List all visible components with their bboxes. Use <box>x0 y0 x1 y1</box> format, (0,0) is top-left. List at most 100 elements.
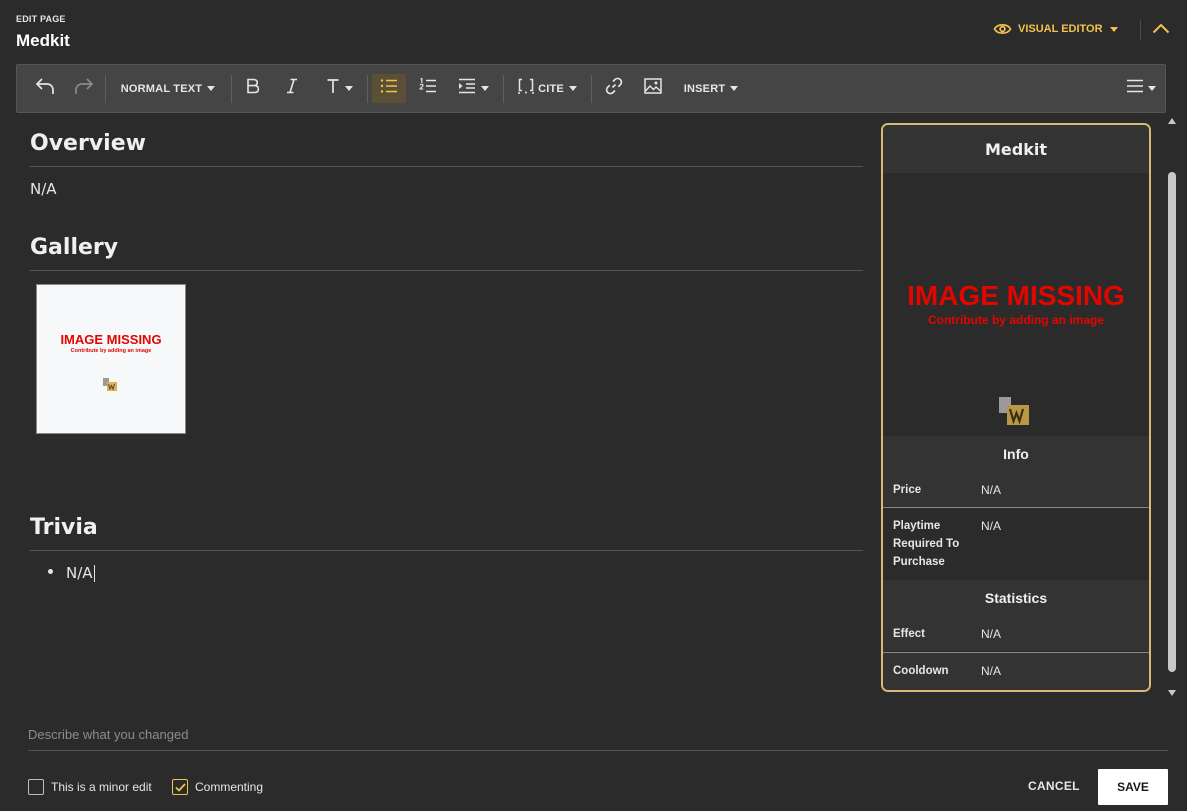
edit-page-kicker: EDIT PAGE <box>16 14 66 24</box>
undo-icon <box>35 77 55 100</box>
redo-icon <box>74 77 94 100</box>
numbered-list-icon <box>419 77 437 99</box>
chevron-down-icon <box>568 86 577 91</box>
image-button[interactable] <box>640 65 666 112</box>
wiki-logo-icon <box>102 377 120 398</box>
effect-value: N/A <box>981 627 1002 641</box>
infobox[interactable]: Medkit IMAGE MISSING Contribute by addin… <box>881 123 1151 692</box>
paragraph-format-label: NORMAL TEXT <box>120 82 203 95</box>
infobox-row-price: Price N/A <box>883 471 1149 507</box>
chevron-down-icon <box>1147 86 1156 91</box>
editor-content[interactable]: Overview N/A Gallery IMAGE MISSING Contr… <box>0 114 1187 704</box>
text-style-dropdown[interactable] <box>319 65 359 112</box>
scroll-up-arrow[interactable] <box>1168 118 1176 124</box>
list-bullet <box>48 569 53 574</box>
editor-scrollbar[interactable] <box>1165 114 1179 704</box>
cancel-button[interactable]: CANCEL <box>1028 779 1080 793</box>
heading-rule <box>30 550 863 551</box>
numbered-list-button[interactable] <box>415 65 441 112</box>
edit-summary-placeholder: Describe what you changed <box>28 727 189 742</box>
insert-dropdown[interactable]: INSERT <box>676 65 746 112</box>
chevron-up-icon <box>1152 21 1170 39</box>
toolbar-divider <box>503 75 504 103</box>
playtime-label: Playtime Required To Purchase <box>893 520 960 568</box>
cooldown-value: N/A <box>981 664 1002 678</box>
playtime-value: N/A <box>981 519 1002 533</box>
commenting-label: Commenting <box>195 780 264 794</box>
trivia-heading[interactable]: Trivia <box>30 515 98 540</box>
minor-edit-checkbox[interactable]: This is a minor edit <box>28 779 152 795</box>
commenting-checkbox[interactable]: Commenting <box>172 779 263 795</box>
image-missing-title: IMAGE MISSING <box>907 280 1125 311</box>
overview-heading[interactable]: Overview <box>30 131 146 156</box>
infobox-row-cooldown: Cooldown N/A <box>883 653 1149 690</box>
link-icon <box>605 77 623 100</box>
chevron-down-icon <box>730 86 739 91</box>
indent-dropdown[interactable] <box>453 65 493 112</box>
editor-toolbar: NORMAL TEXT CITE INSERT <box>16 64 1166 113</box>
gallery-heading[interactable]: Gallery <box>30 235 118 260</box>
price-value: N/A <box>981 483 1002 497</box>
chevron-down-icon <box>344 86 353 91</box>
infobox-row-effect: Effect N/A <box>883 615 1149 651</box>
image-missing-subtitle: Contribute by adding an image <box>927 313 1104 327</box>
cite-dropdown[interactable]: CITE <box>513 65 581 112</box>
chevron-down-icon <box>1109 26 1118 32</box>
overview-text[interactable]: N/A <box>30 180 57 198</box>
infobox-statistics-heading: Statistics <box>883 580 1149 615</box>
text-style-icon <box>326 78 340 99</box>
effect-label: Effect <box>893 628 925 640</box>
heading-rule <box>30 270 863 271</box>
bold-icon <box>246 78 260 99</box>
toolbar-divider <box>591 75 592 103</box>
eye-icon <box>993 22 1012 36</box>
page-title: Medkit <box>16 31 70 50</box>
minor-edit-checkbox-box[interactable] <box>28 779 44 795</box>
commenting-checkbox-box[interactable] <box>172 779 188 795</box>
image-missing-subtitle: Contribute by adding an image <box>70 348 152 354</box>
bullet-list-button[interactable] <box>372 74 406 103</box>
hamburger-icon <box>1126 79 1143 98</box>
image-icon <box>644 78 662 99</box>
header-divider <box>1140 20 1141 40</box>
price-label: Price <box>893 484 922 496</box>
bold-button[interactable] <box>241 65 265 112</box>
visual-editor-label: VISUAL EDITOR <box>1018 23 1103 35</box>
collapse-button[interactable] <box>1150 20 1172 40</box>
wiki-logo-icon <box>997 395 1035 434</box>
indent-icon <box>458 78 476 99</box>
text-cursor <box>93 565 95 582</box>
chevron-down-icon <box>480 86 489 91</box>
infobox-row-playtime: Playtime Required To Purchase N/A <box>883 508 1149 580</box>
infobox-title: Medkit <box>883 125 1149 173</box>
toolbar-divider <box>367 75 368 103</box>
cooldown-label: Cooldown <box>893 665 949 677</box>
infobox-info-heading: Info <box>883 436 1149 471</box>
cite-label: CITE <box>538 82 564 95</box>
infobox-image: IMAGE MISSING Contribute by adding an im… <box>883 173 1149 436</box>
redo-button[interactable] <box>70 65 98 112</box>
paragraph-format-dropdown[interactable]: NORMAL TEXT <box>115 65 221 112</box>
italic-icon <box>285 78 299 99</box>
italic-button[interactable] <box>280 65 304 112</box>
insert-label: INSERT <box>683 82 726 95</box>
visual-editor-dropdown[interactable]: VISUAL EDITOR <box>993 22 1118 36</box>
heading-rule <box>30 166 863 167</box>
bullet-list-icon <box>380 78 398 99</box>
trivia-item-text: N/A <box>66 564 93 582</box>
chevron-down-icon <box>207 86 216 91</box>
scrollbar-thumb[interactable] <box>1168 172 1176 672</box>
more-options-dropdown[interactable] <box>1121 65 1161 112</box>
save-button[interactable]: SAVE <box>1098 769 1168 805</box>
image-missing-title: IMAGE MISSING <box>60 332 162 347</box>
checkmark-icon <box>174 782 186 792</box>
trivia-item[interactable]: N/A <box>66 564 95 582</box>
undo-button[interactable] <box>31 65 59 112</box>
toolbar-divider <box>231 75 232 103</box>
cite-icon <box>517 78 535 99</box>
gallery-image[interactable]: IMAGE MISSING Contribute by adding an im… <box>36 284 186 434</box>
minor-edit-label: This is a minor edit <box>51 780 152 794</box>
link-button[interactable] <box>601 65 627 112</box>
edit-summary-input[interactable]: Describe what you changed <box>28 727 1168 751</box>
scroll-down-arrow[interactable] <box>1168 690 1176 696</box>
